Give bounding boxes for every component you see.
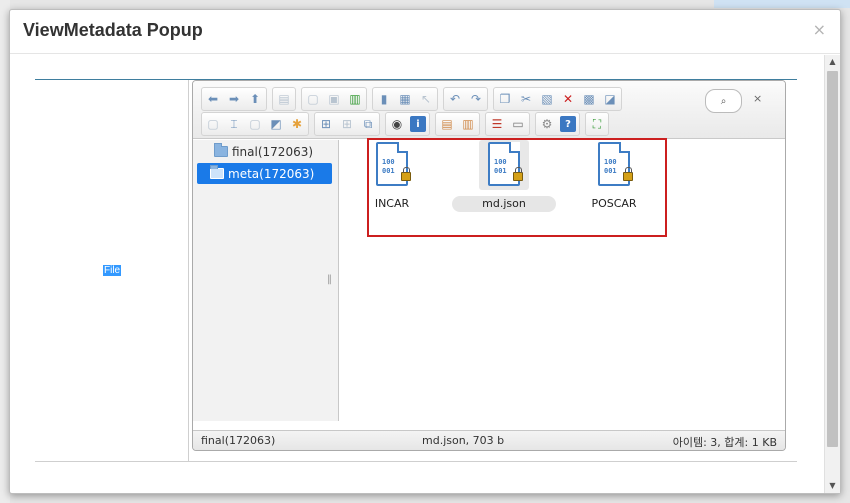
cut-icon[interactable]: ✂	[516, 89, 536, 109]
arrow-up-icon[interactable]: ⬆	[245, 89, 265, 109]
navbar-resize-handle[interactable]: ‖	[327, 274, 333, 285]
modal-close-button[interactable]: ×	[813, 20, 826, 39]
delete-icon[interactable]: ✕	[558, 89, 578, 109]
paste-icon[interactable]: ▧	[537, 89, 557, 109]
history-group: ↶ ↷	[443, 87, 488, 111]
modal-header: ViewMetadata Popup ×	[10, 10, 840, 54]
duplicate-icon[interactable]: ▢	[203, 114, 223, 134]
modal-title: ViewMetadata Popup	[23, 20, 203, 40]
binary-glyph: 100 001	[604, 158, 617, 175]
help-icon[interactable]: ?	[560, 116, 576, 132]
info-icon[interactable]: i	[410, 116, 426, 132]
mkdir-icon[interactable]: ▢	[303, 89, 323, 109]
folder-tree: final(172063) meta(172063) ‖	[193, 140, 339, 421]
lock-icon	[513, 167, 523, 181]
file-item-incar[interactable]: 100 001 INCAR	[353, 140, 431, 220]
lock-icon	[623, 167, 633, 181]
upload-icon[interactable]: ▥	[345, 89, 365, 109]
archive-icon[interactable]: ▤	[437, 114, 457, 134]
redo-icon[interactable]: ↷	[466, 89, 486, 109]
tree-item-label: final(172063)	[232, 144, 314, 159]
folder-icon	[214, 143, 228, 157]
prefs-group: ⚙ ?	[535, 112, 580, 136]
modal-scrollbar[interactable]: ▲ ▼	[824, 55, 840, 493]
hide-icon[interactable]: ◪	[600, 89, 620, 109]
columns-view-icon[interactable]: ⧉	[358, 114, 378, 134]
preview-icon[interactable]: ◉	[387, 114, 407, 134]
status-path: final(172063)	[201, 434, 276, 447]
list-view-icon[interactable]: ⊞	[337, 114, 357, 134]
download-icon[interactable]: ▦	[395, 89, 415, 109]
file-list: 100 001 INCAR 100 001 md.json 100 001 PO…	[340, 140, 785, 421]
icons-view-icon[interactable]: ⊞	[316, 114, 336, 134]
lock-icon	[401, 167, 411, 181]
open-icon[interactable]: ▮	[374, 89, 394, 109]
file-item-md-json[interactable]: 100 001 md.json	[452, 140, 556, 220]
search-clear-button[interactable]: ×	[753, 92, 762, 105]
binary-file-icon: 100 001	[589, 140, 639, 190]
extract-icon[interactable]: ✱	[287, 114, 307, 134]
selectall-icon[interactable]: ▭	[508, 114, 528, 134]
file-label-cell: File	[35, 80, 189, 461]
preview-group: ◉ i	[385, 112, 430, 136]
toolbar-row-2: ▢ ⌶ ▢ ◩ ✱ ⊞ ⊞ ⧉ ◉ i ▤ ▥ ☰ ▭ ⚙ ? ⛶	[201, 112, 612, 136]
sort-group: ☰ ▭	[485, 112, 530, 136]
archive-group: ▤ ▥	[435, 112, 480, 136]
arrow-right-icon[interactable]: ➡	[224, 89, 244, 109]
scroll-thumb[interactable]	[827, 71, 838, 447]
binary-glyph: 100 001	[382, 158, 395, 175]
status-bar: final(172063) md.json, 703 b 아이템: 3, 합계:…	[193, 430, 785, 450]
file-manager: ⬅ ➡ ⬆ ▤ ▢ ▣ ▥ ▮ ▦ ↖ ↶ ↷ ❐ ✂ ▧ ✕ ▩ ◪ ▢ ⌶ …	[192, 80, 786, 451]
status-selection: md.json, 703 b	[422, 434, 505, 447]
fullscreen-icon[interactable]: ⛶	[587, 114, 607, 134]
file-item-poscar[interactable]: 100 001 POSCAR	[575, 140, 653, 220]
search-input[interactable]: ⌕	[705, 89, 742, 113]
view-group: ⊞ ⊞ ⧉	[314, 112, 380, 136]
tree-item-meta[interactable]: meta(172063)	[197, 163, 332, 184]
edit-group: ❐ ✂ ▧ ✕ ▩ ◪	[493, 87, 622, 111]
extract-archive-icon[interactable]: ▥	[458, 114, 478, 134]
file-label: File	[103, 265, 122, 276]
file-name: POSCAR	[591, 197, 637, 210]
binary-glyph: 100 001	[494, 158, 507, 175]
scroll-up-arrow-icon[interactable]: ▲	[825, 55, 840, 69]
getfile-icon[interactable]: ↖	[416, 89, 436, 109]
toolbar-row-1: ⬅ ➡ ⬆ ▤ ▢ ▣ ▥ ▮ ▦ ↖ ↶ ↷ ❐ ✂ ▧ ✕ ▩ ◪	[201, 87, 625, 111]
reload-icon[interactable]: ▤	[274, 89, 294, 109]
reload-group: ▤	[272, 87, 296, 111]
binary-file-icon: 100 001	[479, 140, 529, 190]
fullscreen-group: ⛶	[585, 112, 609, 136]
undo-icon[interactable]: ↶	[445, 89, 465, 109]
file-ops-group: ▢ ⌶ ▢ ◩ ✱	[201, 112, 309, 136]
nav-group: ⬅ ➡ ⬆	[201, 87, 267, 111]
mkfile-icon[interactable]: ▣	[324, 89, 344, 109]
file-manager-toolbar: ⬅ ➡ ⬆ ▤ ▢ ▣ ▥ ▮ ▦ ↖ ↶ ↷ ❐ ✂ ▧ ✕ ▩ ◪ ▢ ⌶ …	[193, 81, 785, 139]
empty-icon[interactable]: ▩	[579, 89, 599, 109]
sort-icon[interactable]: ☰	[487, 114, 507, 134]
status-summary: 아이템: 3, 합계: 1 KB	[672, 436, 777, 449]
file-name: INCAR	[374, 197, 410, 210]
preferences-icon[interactable]: ⚙	[537, 114, 557, 134]
search-icon: ⌕	[720, 95, 727, 107]
tree-item-final[interactable]: final(172063)	[210, 141, 317, 162]
arrow-left-icon[interactable]: ⬅	[203, 89, 223, 109]
file-name: md.json	[452, 196, 556, 212]
folder-icon	[210, 165, 224, 179]
rename-icon[interactable]: ⌶	[224, 114, 244, 134]
open-group: ▮ ▦ ↖	[372, 87, 438, 111]
tree-item-label: meta(172063)	[228, 166, 315, 181]
binary-file-icon: 100 001	[367, 140, 417, 190]
create-group: ▢ ▣ ▥	[301, 87, 367, 111]
edit-icon[interactable]: ▢	[245, 114, 265, 134]
copy-icon[interactable]: ❐	[495, 89, 515, 109]
resize-icon[interactable]: ◩	[266, 114, 286, 134]
scroll-down-arrow-icon[interactable]: ▼	[825, 479, 840, 493]
background-header-strip	[714, 0, 850, 8]
